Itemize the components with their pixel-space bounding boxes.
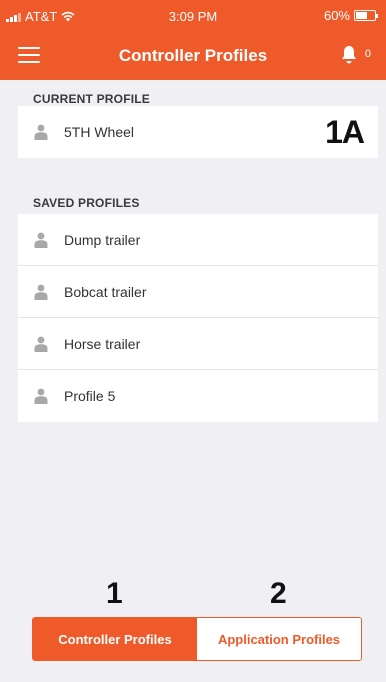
tab-controller-profiles[interactable]: Controller Profiles bbox=[33, 618, 197, 660]
tab-application-profiles[interactable]: Application Profiles bbox=[197, 618, 361, 660]
profile-name: Horse trailer bbox=[64, 335, 141, 352]
profile-name: Dump trailer bbox=[64, 231, 141, 248]
notification-count: 0 bbox=[364, 48, 371, 60]
page-title: Controller Profiles bbox=[118, 46, 268, 65]
person-icon bbox=[34, 336, 48, 352]
person-icon bbox=[34, 284, 48, 300]
list-item[interactable]: Dump trailer bbox=[18, 214, 378, 266]
person-icon bbox=[34, 388, 48, 404]
list-item[interactable]: Profile 5 bbox=[18, 370, 378, 422]
person-icon bbox=[34, 232, 48, 248]
person-icon bbox=[34, 124, 48, 140]
current-profile-row[interactable]: 5TH Wheel 1A bbox=[18, 106, 378, 158]
status-right: 60% bbox=[323, 8, 378, 23]
callout-1a: 1A bbox=[325, 114, 365, 150]
list-item[interactable]: Horse trailer bbox=[18, 318, 378, 370]
profile-name: Profile 5 bbox=[64, 388, 116, 404]
list-item[interactable]: Bobcat trailer bbox=[18, 266, 378, 318]
current-profile-heading: CURRENT PROFILE bbox=[33, 92, 150, 106]
status-bar: AT&T 3:09 PM 60% bbox=[0, 0, 386, 34]
battery-percent: 60% bbox=[323, 8, 350, 23]
callout-1: 1 bbox=[106, 577, 123, 610]
nav-bar: Controller Profiles 0 bbox=[0, 34, 386, 80]
current-profile-card: 5TH Wheel 1A bbox=[18, 106, 378, 158]
header: AT&T 3:09 PM 60% Controller Profiles 0 bbox=[0, 0, 386, 80]
battery-icon bbox=[354, 10, 378, 21]
current-profile-name: 5TH Wheel bbox=[64, 124, 135, 140]
profile-type-tabs: Controller Profiles Application Profiles bbox=[32, 617, 362, 661]
saved-profiles-list: Dump trailer Bobcat trailer Horse traile… bbox=[18, 214, 378, 422]
bell-icon[interactable] bbox=[340, 45, 358, 65]
saved-profiles-heading: SAVED PROFILES bbox=[33, 196, 140, 210]
profile-name: Bobcat trailer bbox=[64, 283, 147, 300]
callout-2: 2 bbox=[270, 577, 287, 610]
